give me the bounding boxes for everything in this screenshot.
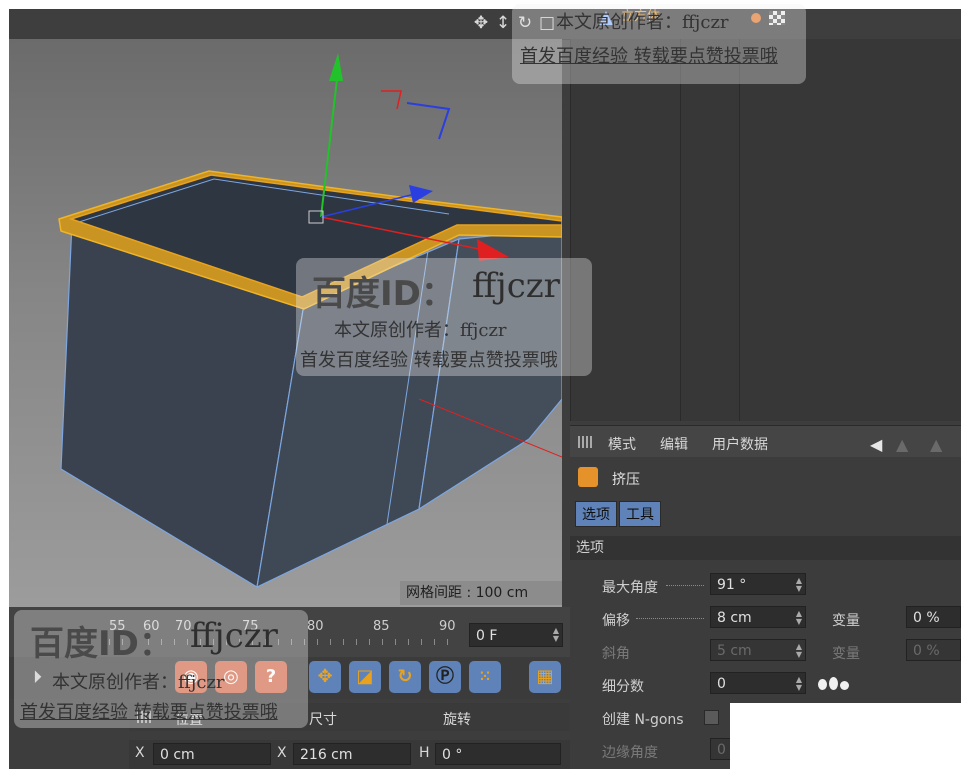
back-arrow-icon[interactable]: ◀ xyxy=(870,435,882,454)
edge-angle-label: 边缘角度 xyxy=(602,745,658,761)
rotation-h-input[interactable]: 0 ° xyxy=(435,743,561,765)
points-tool-button[interactable]: ⁙ xyxy=(469,661,501,693)
watermark-bottom: 百度ID： ffjczr 本文原创作者：ffjczr 首发百度经验 转载要点赞投… xyxy=(14,610,308,728)
dot xyxy=(829,677,838,690)
variance-label: 变量 xyxy=(832,613,860,629)
bevel-input[interactable]: 5 cm ▲ ▼ xyxy=(710,639,806,661)
offset-value: 8 cm xyxy=(717,610,752,626)
dot xyxy=(818,679,827,690)
grid-spacing-readout: 网格间距 : 100 cm xyxy=(400,581,562,605)
max-angle-label: 最大角度 xyxy=(602,580,658,596)
label-leader xyxy=(666,585,704,586)
bevel-variance-label: 变量 xyxy=(832,646,860,662)
view-axis-widget-red xyxy=(381,90,402,110)
watermark-promo: 首发百度经验 转载要点赞投票哦 xyxy=(300,350,558,371)
watermark-promo: 首发百度经验 转载要点赞投票哦 xyxy=(520,46,778,67)
move-view-icon[interactable]: ✥ xyxy=(471,13,491,33)
grip-icon[interactable] xyxy=(578,436,592,448)
menu-edit[interactable]: 编辑 xyxy=(660,434,688,454)
size-x-label: X xyxy=(277,745,287,761)
coordinates-row: X 0 cm X 216 cm H 0 ° xyxy=(129,740,570,769)
watermark-author: 本文原创作者：ffjczr xyxy=(334,320,507,341)
watermark-baidu-label: 百度ID： xyxy=(30,624,173,664)
y-axis-arrow-icon[interactable] xyxy=(329,53,343,81)
size-x-input[interactable]: 216 cm xyxy=(293,743,411,765)
bevel-value: 5 cm xyxy=(717,643,752,659)
film-strip-button[interactable]: ▦ xyxy=(529,661,561,693)
position-x-input[interactable]: 0 cm xyxy=(153,743,271,765)
timeline-tick: 80 xyxy=(307,619,324,634)
extrude-tool-icon xyxy=(578,467,598,487)
subdivision-label: 细分数 xyxy=(602,679,644,695)
rotate-tool-button[interactable]: ↻ xyxy=(389,661,421,693)
section-options-header[interactable]: 选项 xyxy=(570,536,961,560)
create-ngons-label: 创建 N-gons xyxy=(602,712,684,728)
create-ngons-checkbox[interactable] xyxy=(704,710,719,725)
move-tool-button[interactable]: ✥ xyxy=(309,661,341,693)
variance-input[interactable]: 0 % xyxy=(906,606,961,628)
watermark-top: 本文原创作者：ffjczr 首发百度经验 转载要点赞投票哦 xyxy=(512,4,806,84)
max-angle-input[interactable]: 91 ° ▲ ▼ xyxy=(710,573,806,595)
tool-title: 挤压 xyxy=(612,472,640,488)
subdivision-value: 0 xyxy=(717,676,726,692)
offset-label: 偏移 xyxy=(602,613,630,629)
bevel-variance-input[interactable]: 0 % xyxy=(906,639,961,661)
object-manager-panel[interactable] xyxy=(570,39,961,421)
offset-input[interactable]: 8 cm ▲ ▼ xyxy=(710,606,806,628)
scale-tool-button[interactable]: ◪ xyxy=(349,661,381,693)
watermark-author: 本文原创作者：ffjczr xyxy=(556,12,729,33)
tab-tools[interactable]: 工具 xyxy=(619,501,661,527)
view-axis-widget-blue xyxy=(406,102,451,140)
spinner-icon[interactable]: ▲ ▼ xyxy=(796,643,802,659)
spinner-icon[interactable]: ▲ ▼ xyxy=(796,676,802,692)
rotation-h-label: H xyxy=(419,745,430,761)
column-divider xyxy=(680,39,681,421)
attribute-manager-header: 模式 编辑 用户数据 ◀ ▲ ▲ xyxy=(570,425,961,458)
max-angle-value: 91 ° xyxy=(717,577,747,593)
spinner-icon[interactable]: ▲ ▼ xyxy=(796,577,802,593)
redaction-box xyxy=(730,703,961,769)
menu-mode[interactable]: 模式 xyxy=(608,434,636,454)
up-arrow-icon[interactable]: ▲ xyxy=(896,435,908,454)
cursor-dots-icon xyxy=(818,677,852,690)
zoom-view-icon[interactable]: ↕ xyxy=(493,13,513,33)
current-frame-field[interactable]: 0 F ▲ ▼ xyxy=(469,623,563,647)
spinner-icon[interactable]: ▲ ▼ xyxy=(553,627,559,643)
label-leader xyxy=(636,618,704,619)
subdivision-input[interactable]: 0 ▲ ▼ xyxy=(710,672,806,694)
bevel-label: 斜角 xyxy=(602,646,630,662)
rotation-header: 旋转 xyxy=(443,712,471,728)
spinner-icon[interactable]: ▲ ▼ xyxy=(796,610,802,626)
size-header: 尺寸 xyxy=(309,712,337,728)
current-frame-value: 0 F xyxy=(476,628,498,644)
column-divider xyxy=(739,39,740,421)
watermark-baidu-id: ffjczr xyxy=(190,616,278,656)
top-bar: ✥ ↕ ↻ □ 立方体 xyxy=(9,9,961,40)
watermark-center: 百度ID： ffjczr 本文原创作者：ffjczr 首发百度经验 转载要点赞投… xyxy=(296,258,592,376)
watermark-promo: 首发百度经验 转载要点赞投票哦 xyxy=(20,702,278,723)
menu-user-data[interactable]: 用户数据 xyxy=(712,434,768,454)
dot xyxy=(840,681,849,690)
position-x-label: X xyxy=(135,745,145,761)
watermark-baidu-id: ffjczr xyxy=(472,266,560,306)
watermark-baidu-label: 百度ID： xyxy=(312,274,455,314)
tab-options[interactable]: 选项 xyxy=(575,501,617,527)
lock-icon[interactable]: ▲ xyxy=(930,435,942,454)
watermark-author: 本文原创作者：ffjczr xyxy=(52,672,225,693)
param-tool-button[interactable]: Ⓟ xyxy=(429,661,461,693)
timeline-tick: 85 xyxy=(373,619,390,634)
timeline-tick: 90 xyxy=(439,619,456,634)
